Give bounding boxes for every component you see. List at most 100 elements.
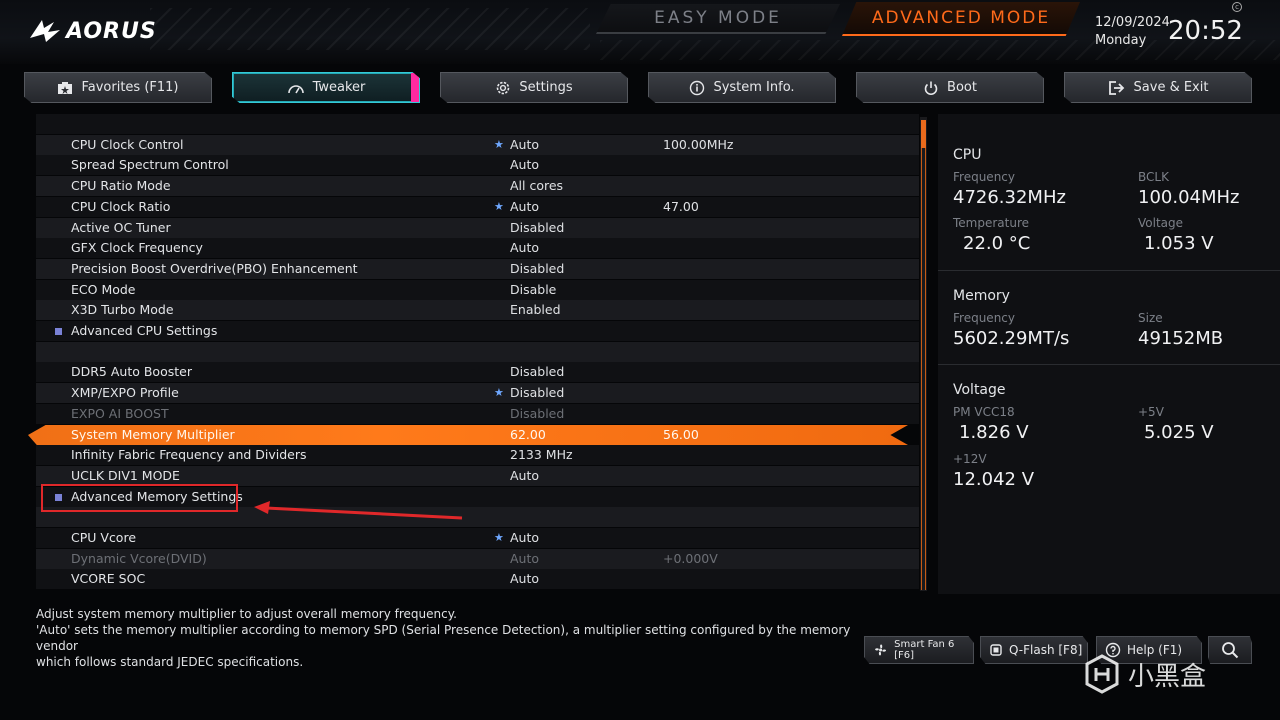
- main-tabs: Favorites (F11) Tweaker Settings System …: [24, 72, 1254, 104]
- setting-row[interactable]: ECO Mode Disable: [36, 280, 919, 300]
- setting-row[interactable]: XMP/EXPO Profile ★ Disabled: [36, 383, 919, 403]
- date-display: 12/09/2024 Monday: [1095, 14, 1170, 50]
- setting-label: CPU Clock Ratio: [71, 199, 171, 214]
- setting-row[interactable]: CPU Clock Control ★ Auto 100.00MHz: [36, 135, 919, 155]
- tab-label: Favorites (F11): [81, 80, 179, 95]
- clock-display: 20:52: [1168, 16, 1243, 46]
- easy-mode-button[interactable]: EASY MODE: [596, 4, 840, 34]
- setting-value[interactable]: Disabled: [510, 218, 564, 238]
- qflash-label: Q-Flash [F8]: [1009, 643, 1083, 657]
- smart-fan-button[interactable]: Smart Fan 6 [F6]: [864, 636, 974, 664]
- setting-row[interactable]: EXPO AI BOOST Disabled: [36, 404, 919, 424]
- settings-list: CPU Clock Control ★ Auto 100.00MHz Spread Sp…: [28, 114, 919, 592]
- tab-favorites[interactable]: Favorites (F11): [24, 72, 212, 103]
- brand-name: AORUS: [66, 18, 157, 44]
- chip-icon: [990, 644, 1002, 656]
- voltage-section-title: Voltage: [953, 382, 1006, 398]
- advanced-mode-button[interactable]: ADVANCED MODE: [842, 2, 1080, 36]
- plus5v-value: 5.025 V: [1144, 422, 1214, 443]
- date-text: 12/09/2024: [1095, 15, 1170, 30]
- watermark-text: 小黑盒: [1128, 661, 1207, 692]
- search-button[interactable]: [1208, 636, 1252, 664]
- plus5v-label: +5V: [1138, 405, 1164, 419]
- setting-row[interactable]: GFX Clock Frequency Auto: [36, 238, 919, 258]
- memory-section-title: Memory: [953, 288, 1010, 304]
- setting-label: X3D Turbo Mode: [71, 302, 174, 317]
- setting-value[interactable]: Disable: [510, 280, 556, 300]
- setting-row: [36, 114, 919, 134]
- bclk-label: BCLK: [1138, 170, 1169, 184]
- setting-label: Precision Boost Overdrive(PBO) Enhanceme…: [71, 261, 358, 276]
- help-description: Adjust system memory multiplier to adjus…: [36, 606, 856, 670]
- cpu-voltage-label: Voltage: [1138, 216, 1184, 230]
- setting-value[interactable]: Disabled: [510, 383, 564, 403]
- setting-row[interactable]: VCORE SOC Auto: [36, 569, 919, 589]
- tab-settings[interactable]: Settings: [440, 72, 628, 103]
- setting-row[interactable]: Spread Spectrum Control Auto: [36, 155, 919, 175]
- setting-value[interactable]: 2133 MHz: [510, 445, 573, 465]
- setting-value[interactable]: 62.00: [510, 425, 546, 445]
- setting-row[interactable]: CPU Ratio Mode All cores: [36, 176, 919, 196]
- tab-system-info[interactable]: System Info.: [648, 72, 836, 103]
- section-divider: [938, 270, 1280, 271]
- tab-label: Tweaker: [312, 80, 366, 95]
- setting-row[interactable]: Precision Boost Overdrive(PBO) Enhanceme…: [36, 259, 919, 279]
- setting-row[interactable]: CPU Vcore ★ Auto: [36, 528, 919, 548]
- setting-label: Advanced CPU Settings: [71, 323, 218, 338]
- weekday-text: Monday: [1095, 33, 1147, 48]
- setting-row[interactable]: Active OC Tuner Disabled: [36, 218, 919, 238]
- setting-label: GFX Clock Frequency: [71, 240, 203, 255]
- setting-value[interactable]: Auto: [510, 197, 539, 217]
- setting-label: Spread Spectrum Control: [71, 157, 229, 172]
- tab-label: Settings: [519, 80, 573, 95]
- help-line: which follows standard JEDEC specificati…: [36, 655, 304, 669]
- setting-row[interactable]: CPU Clock Ratio ★ Auto 47.00: [36, 197, 919, 217]
- pm-vcc18-value: 1.826 V: [959, 422, 1029, 443]
- setting-value[interactable]: Disabled: [510, 404, 564, 424]
- setting-value[interactable]: Auto: [510, 135, 539, 155]
- setting-row-selected[interactable]: System Memory Multiplier 62.00 56.00: [28, 425, 908, 445]
- setting-value[interactable]: Auto: [510, 528, 539, 548]
- setting-label: CPU Vcore: [71, 530, 137, 545]
- setting-label: CPU Clock Control: [71, 137, 184, 152]
- setting-label: Infinity Fabric Frequency and Dividers: [71, 447, 307, 462]
- setting-value[interactable]: Enabled: [510, 300, 561, 320]
- setting-value[interactable]: Auto: [510, 569, 539, 589]
- setting-row[interactable]: UCLK DIV1 MODE Auto: [36, 466, 919, 486]
- watermark: 小黑盒: [1084, 654, 1206, 694]
- setting-label: System Memory Multiplier: [71, 427, 235, 442]
- speedometer-icon: [287, 84, 304, 93]
- setting-value[interactable]: All cores: [510, 176, 563, 196]
- setting-value[interactable]: Auto: [510, 549, 539, 569]
- hardware-monitor-panel: CPU Frequency 4726.32MHz BCLK 100.04MHz …: [938, 114, 1280, 594]
- setting-label: Dynamic Vcore(DVID): [71, 551, 207, 566]
- setting-row[interactable]: X3D Turbo Mode Enabled: [36, 300, 919, 320]
- setting-row[interactable]: DDR5 Auto Booster Disabled: [36, 362, 919, 382]
- section-divider: [938, 364, 1280, 365]
- submenu-row[interactable]: Advanced CPU Settings: [36, 321, 919, 341]
- cpu-voltage-value: 1.053 V: [1144, 233, 1214, 254]
- setting-row[interactable]: Infinity Fabric Frequency and Dividers 21…: [36, 445, 919, 465]
- setting-value[interactable]: Auto: [510, 466, 539, 486]
- power-icon: [924, 81, 938, 95]
- setting-row[interactable]: Dynamic Vcore(DVID) Auto +0.000V: [36, 549, 919, 569]
- header-decoration: [150, 8, 590, 50]
- setting-value[interactable]: Auto: [510, 155, 539, 175]
- scrollbar-thumb[interactable]: [921, 120, 926, 148]
- star-icon: ★: [494, 138, 504, 151]
- star-icon: ★: [494, 531, 504, 544]
- setting-label: CPU Ratio Mode: [71, 178, 171, 193]
- tab-save-exit[interactable]: Save & Exit: [1064, 72, 1252, 103]
- cpu-section-title: CPU: [953, 147, 982, 163]
- setting-label: UCLK DIV1 MODE: [71, 468, 180, 483]
- setting-value[interactable]: Disabled: [510, 362, 564, 382]
- tab-boot[interactable]: Boot: [856, 72, 1044, 103]
- fan-icon: [875, 644, 887, 656]
- setting-value[interactable]: Auto: [510, 238, 539, 258]
- qflash-button[interactable]: Q-Flash [F8]: [980, 636, 1088, 664]
- setting-row: [36, 342, 919, 362]
- tab-label: System Info.: [713, 80, 795, 95]
- star-icon: ★: [494, 200, 504, 213]
- tab-tweaker[interactable]: Tweaker: [232, 72, 420, 103]
- setting-value[interactable]: Disabled: [510, 259, 564, 279]
